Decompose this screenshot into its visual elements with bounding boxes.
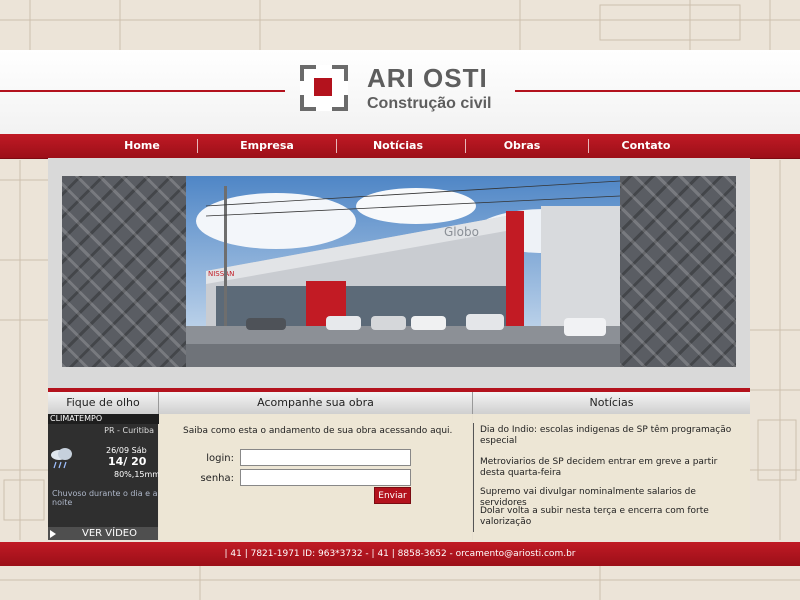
logo-square-icon xyxy=(314,78,332,96)
section-header-acompanhe: Acompanhe sua obra xyxy=(159,392,473,414)
nav-item-contato[interactable]: Contato xyxy=(606,134,686,158)
news-divider xyxy=(473,423,474,532)
nav-item-empresa[interactable]: Empresa xyxy=(227,134,307,158)
header-bar: ARI OSTI Construção civil xyxy=(0,50,800,134)
login-input[interactable] xyxy=(240,449,411,466)
section-header-fique-de-olho: Fique de olho xyxy=(48,392,159,414)
nav-item-home[interactable]: Home xyxy=(102,134,182,158)
header-rule-left xyxy=(0,90,285,92)
header-rule-right xyxy=(515,90,800,92)
submit-button[interactable]: Enviar xyxy=(374,487,411,504)
password-input[interactable] xyxy=(240,469,411,486)
login-form: Saiba como esta o andamento de sua obra … xyxy=(159,414,472,540)
login-intro: Saiba como esta o andamento de sua obra … xyxy=(183,426,453,436)
content-area: Fique de olho Acompanhe sua obra Notícia… xyxy=(48,388,750,540)
main-navigation: Home Empresa Notícias Obras Contato xyxy=(0,134,800,159)
weather-location: PR - Curitiba xyxy=(104,426,154,435)
video-label: VER VÍDEO xyxy=(82,528,137,539)
banner-panel: Globo NISSAN xyxy=(48,158,750,388)
nav-item-obras[interactable]: Obras xyxy=(482,134,562,158)
weather-widget: CLIMATEMPO PR - Curitiba 26/09 Sáb 14/ 2… xyxy=(48,414,161,540)
nav-separator xyxy=(465,139,466,153)
brand-text: NISSAN xyxy=(208,270,234,278)
banner-photo: Globo NISSAN xyxy=(186,176,620,367)
steel-plate-left xyxy=(62,176,186,367)
news-item[interactable]: Metroviarios de SP decidem entrar em gre… xyxy=(480,457,745,479)
weather-description: Chuvoso durante o dia e a noite xyxy=(52,489,158,507)
nav-separator xyxy=(336,139,337,153)
watch-video-button[interactable]: VER VÍDEO xyxy=(48,527,158,540)
steel-plate-right xyxy=(620,176,736,367)
nav-separator xyxy=(588,139,589,153)
climate-widget-label: CLIMATEMPO xyxy=(48,414,160,424)
sign-text: Globo xyxy=(444,225,479,239)
nav-separator xyxy=(197,139,198,153)
play-icon xyxy=(50,530,56,538)
password-label: senha: xyxy=(200,473,234,484)
nav-item-noticias[interactable]: Notícias xyxy=(358,134,438,158)
footer-contact: | 41 | 7821-1971 ID: 963*3732 - | 41 | 8… xyxy=(0,542,800,566)
logo[interactable]: ARI OSTI Construção civil xyxy=(300,63,505,115)
rain-cloud-icon xyxy=(51,448,72,469)
news-item[interactable]: Dia do Indio: escolas indigenas de SP tê… xyxy=(480,425,745,447)
logo-title: ARI OSTI xyxy=(367,63,488,93)
news-list: Dia do Indio: escolas indigenas de SP tê… xyxy=(473,414,750,540)
login-label: login: xyxy=(206,453,234,464)
dealership-illustration: Globo NISSAN xyxy=(186,176,620,367)
weather-rain: 80%,15mm xyxy=(114,470,161,479)
logo-subtitle: Construção civil xyxy=(367,95,492,112)
weather-date: 26/09 Sáb xyxy=(106,446,147,455)
section-header-noticias: Notícias xyxy=(473,392,750,414)
banner: Globo NISSAN xyxy=(62,176,736,367)
weather-temperature: 14/ 20 xyxy=(108,455,147,468)
news-item[interactable]: Dolar volta a subir nesta terça e encerr… xyxy=(480,506,745,528)
